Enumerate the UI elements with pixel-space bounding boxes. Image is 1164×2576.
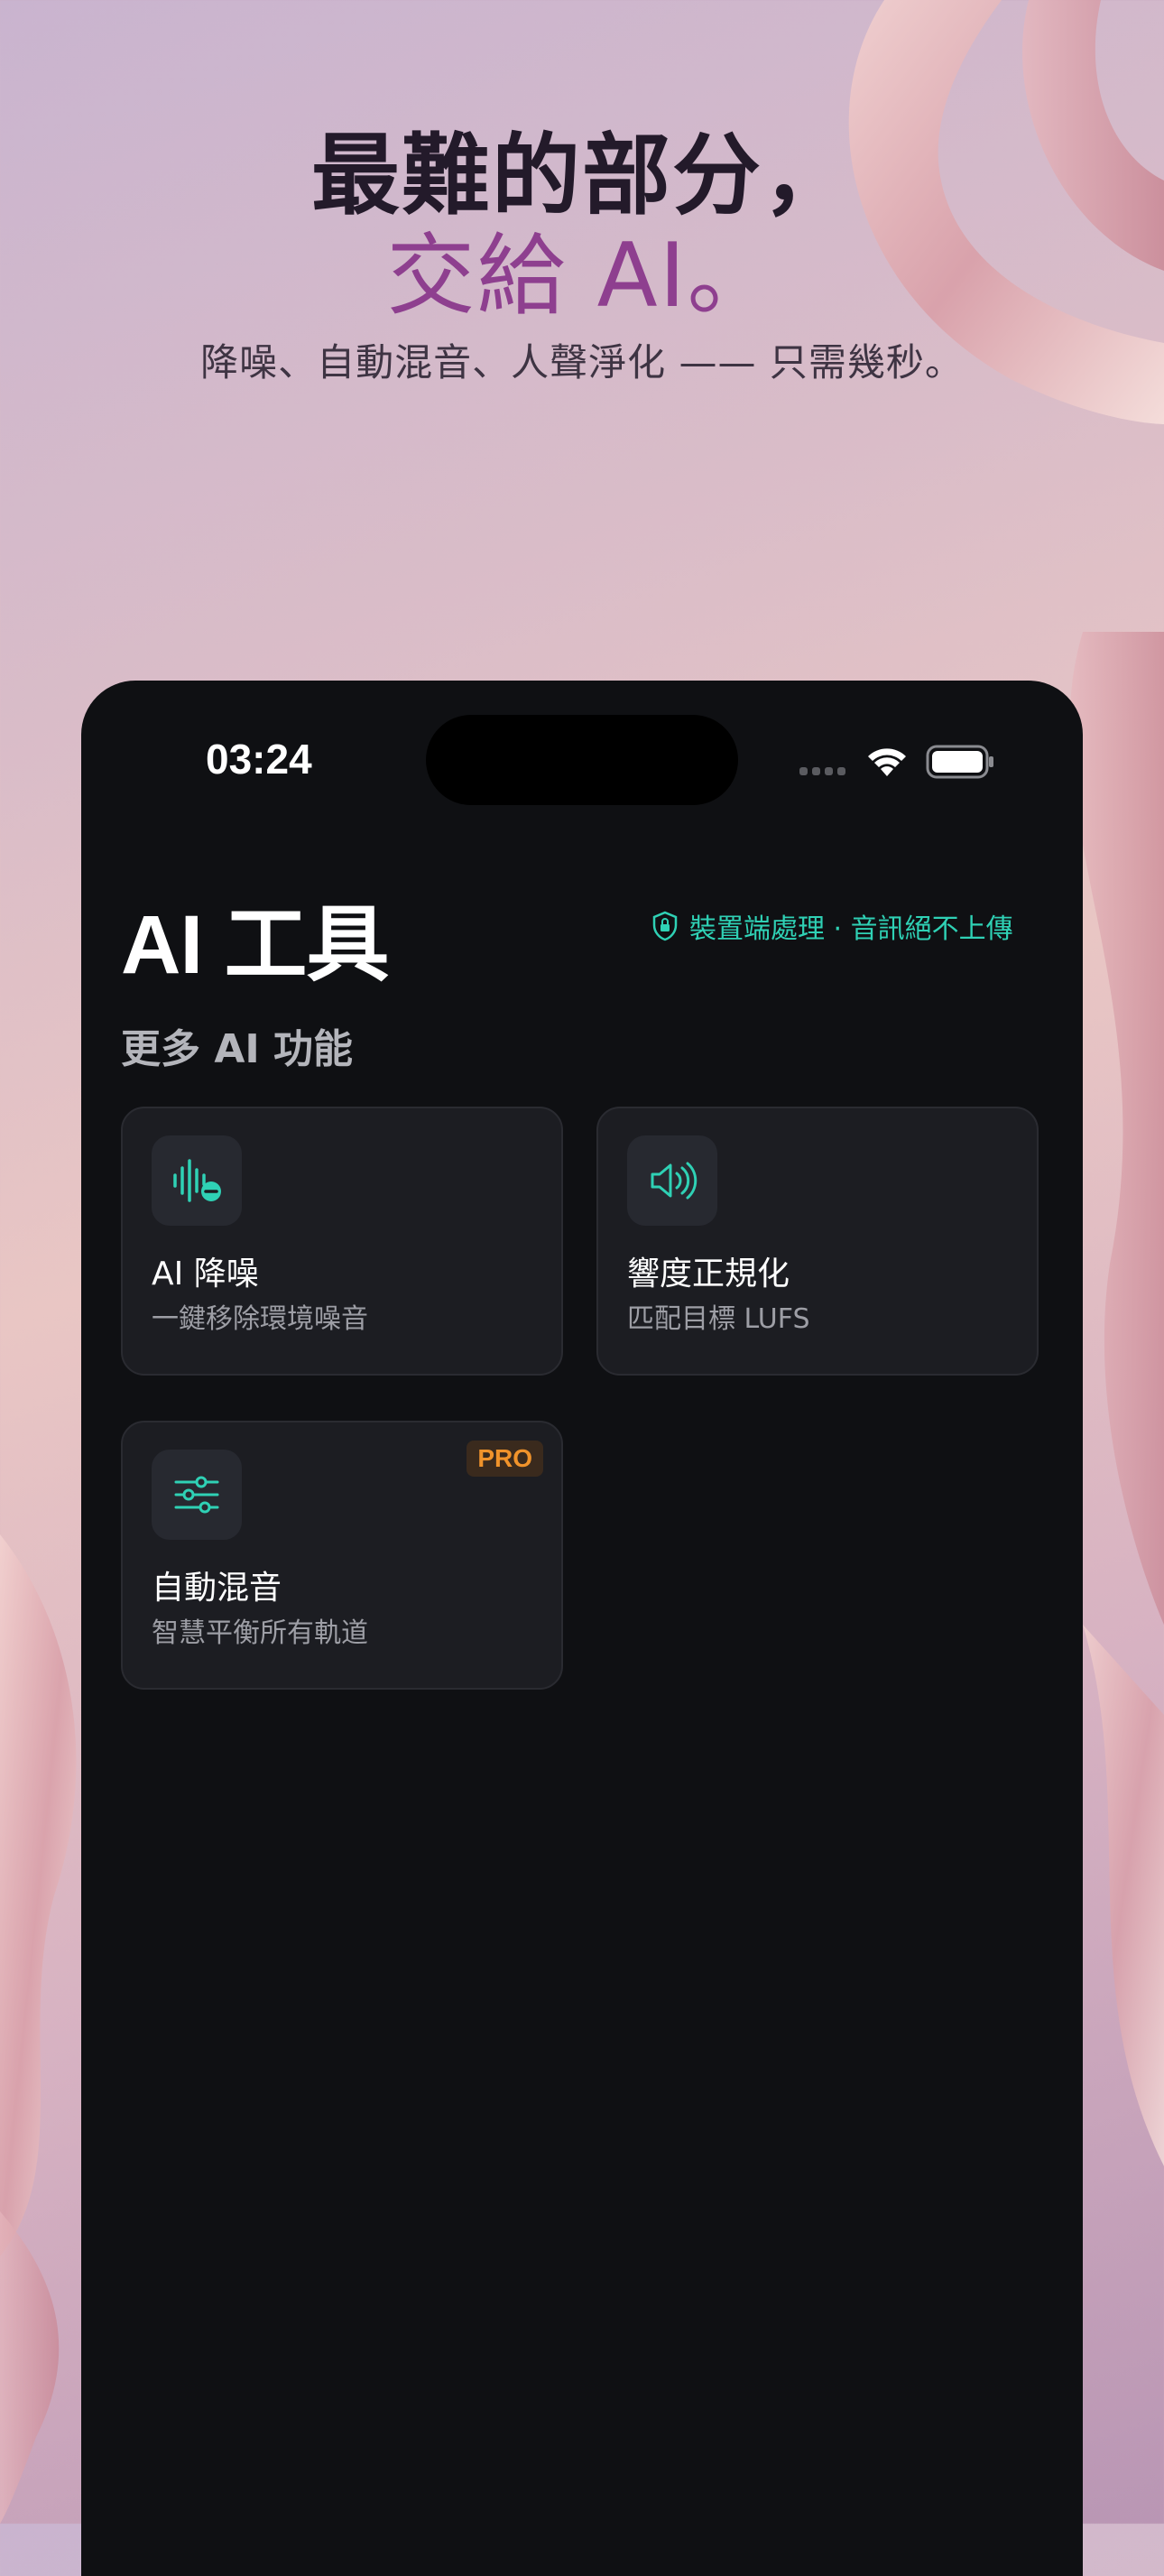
tool-card-loudness-normalization[interactable]: 響度正規化 匹配目標 LUFS: [596, 1107, 1039, 1376]
tool-card-title: 響度正規化: [627, 1256, 790, 1293]
tool-card-subtitle: 智慧平衡所有軌道: [152, 1617, 368, 1649]
waveform-minus-icon: [152, 1135, 242, 1226]
page-title: AI 工具: [121, 899, 390, 991]
wifi-icon: [868, 748, 906, 776]
battery-icon: [926, 745, 993, 779]
hero-title-line2: 交給 AI。: [386, 225, 778, 328]
cellular-signal-icon: [799, 767, 845, 775]
tool-card-subtitle: 匹配目標 LUFS: [627, 1303, 810, 1335]
speaker-wave-icon: [627, 1135, 717, 1226]
tool-card-auto-mix[interactable]: PRO 自動混音 智慧平衡所有軌道: [121, 1421, 563, 1690]
pro-badge: PRO: [467, 1441, 543, 1477]
tool-card-subtitle: 一鍵移除環境噪音: [152, 1303, 368, 1335]
tool-card-title: AI 降噪: [152, 1256, 259, 1293]
dynamic-island: [426, 715, 738, 805]
status-time: 03:24: [206, 736, 312, 783]
sliders-icon: [152, 1450, 242, 1540]
hero-subtitle: 降噪、自動混音、人聲淨化 —— 只需幾秒。: [200, 340, 964, 385]
hero-title-line1: 最難的部分，: [310, 125, 853, 227]
privacy-note-text: 裝置端處理 · 音訊絕不上傳: [689, 913, 1013, 945]
tool-card-title: 自動混音: [152, 1570, 282, 1607]
phone-frame: 03:24 AI 工具 裝置端處理 · 音訊絕不上傳 更多 AI 功能 AI 降…: [81, 681, 1083, 2576]
section-title: 更多 AI 功能: [121, 1026, 354, 1072]
privacy-note: 裝置端處理 · 音訊絕不上傳: [651, 906, 1013, 946]
hero-headline: 最難的部分， 交給 AI。 降噪、自動混音、人聲淨化 —— 只需幾秒。: [0, 126, 1164, 387]
shield-lock-icon: [652, 911, 678, 941]
tool-card-noise-reduction[interactable]: AI 降噪 一鍵移除環境噪音: [121, 1107, 563, 1376]
